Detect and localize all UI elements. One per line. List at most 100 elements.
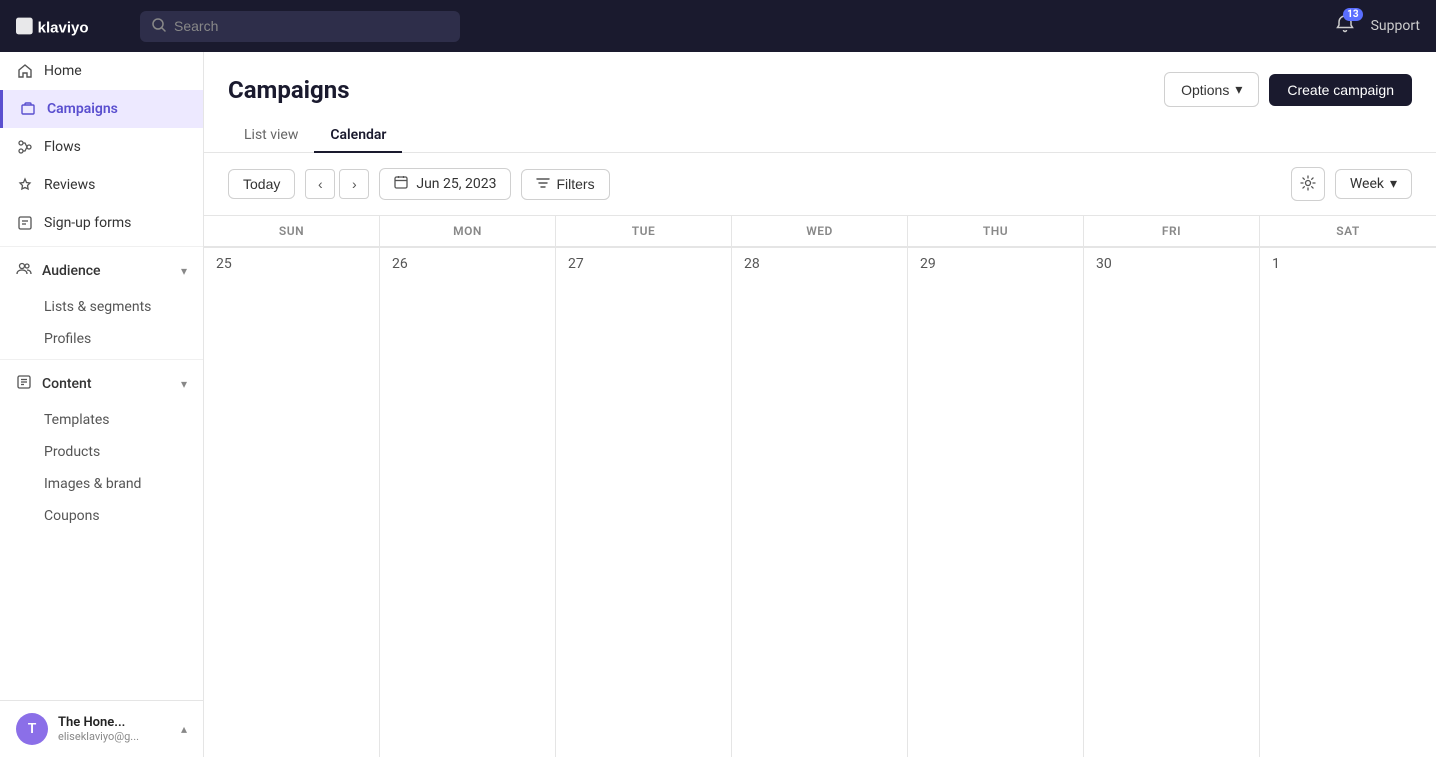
sidebar-item-flows-label: Flows (44, 139, 81, 155)
sidebar-item-flows[interactable]: Flows (0, 128, 203, 166)
sidebar-item-images-brand-label: Images & brand (44, 476, 141, 492)
filter-icon (536, 176, 550, 193)
content-icon (16, 374, 32, 394)
page-title: Campaigns (228, 76, 350, 104)
sidebar-divider-2 (0, 359, 203, 360)
tab-list-view[interactable]: List view (228, 119, 314, 153)
sidebar-section-content[interactable]: Content ▾ (0, 364, 203, 404)
settings-button[interactable] (1291, 167, 1325, 201)
sidebar-item-reviews[interactable]: Reviews (0, 166, 203, 204)
cal-cell-tue[interactable]: 27 (556, 247, 732, 757)
sidebar-item-lists-segments-label: Lists & segments (44, 299, 151, 315)
prev-arrow-button[interactable]: ‹ (305, 169, 335, 199)
cal-day-27: 27 (568, 256, 719, 272)
user-account[interactable]: T The Hone... eliseklaviyo@g... ▴ (0, 700, 203, 757)
tab-calendar[interactable]: Calendar (314, 119, 402, 153)
date-text: Jun 25, 2023 (416, 176, 496, 192)
header-actions: Options ▾ Create campaign (1164, 72, 1412, 107)
search-bar[interactable] (140, 11, 460, 42)
chevron-right-icon: › (352, 176, 357, 192)
chevron-left-icon: ‹ (318, 176, 323, 192)
sidebar-item-home[interactable]: Home (0, 52, 203, 90)
cal-header-mon: MON (380, 216, 556, 246)
layout: Home Campaigns Flows Reviews Sign-up for… (0, 52, 1436, 757)
cal-day-1: 1 (1272, 256, 1424, 272)
notification-bell[interactable]: 13 (1335, 14, 1355, 38)
support-link[interactable]: Support (1371, 18, 1420, 34)
calendar-grid: SUN MON TUE WED THU FRI SAT 25 26 27 (204, 216, 1436, 757)
calendar-header-row: SUN MON TUE WED THU FRI SAT (204, 216, 1436, 247)
sidebar-item-coupons-label: Coupons (44, 508, 100, 524)
sidebar: Home Campaigns Flows Reviews Sign-up for… (0, 52, 204, 757)
sidebar-item-campaigns-label: Campaigns (47, 101, 118, 117)
cal-day-30: 30 (1096, 256, 1247, 272)
sidebar-section-content-label: Content (42, 376, 92, 392)
cal-day-28: 28 (744, 256, 895, 272)
sidebar-item-lists-segments[interactable]: Lists & segments (0, 291, 203, 323)
home-icon (16, 62, 34, 80)
next-arrow-button[interactable]: › (339, 169, 369, 199)
cal-header-wed: WED (732, 216, 908, 246)
topnav: klaviyo 13 Support (0, 0, 1436, 52)
cal-day-25: 25 (216, 256, 367, 272)
sidebar-item-profiles-label: Profiles (44, 331, 91, 347)
campaigns-icon (19, 100, 37, 118)
sidebar-item-forms[interactable]: Sign-up forms (0, 204, 203, 242)
sidebar-divider-1 (0, 246, 203, 247)
nav-arrows: ‹ › (305, 169, 369, 199)
settings-icon (1300, 175, 1316, 194)
sidebar-item-profiles[interactable]: Profiles (0, 323, 203, 355)
chevron-down-icon-content: ▾ (181, 377, 187, 391)
audience-icon (16, 261, 32, 281)
sidebar-item-coupons[interactable]: Coupons (0, 500, 203, 532)
user-info: The Hone... eliseklaviyo@g... (58, 715, 171, 743)
sidebar-item-products[interactable]: Products (0, 436, 203, 468)
sidebar-item-campaigns[interactable]: Campaigns (0, 90, 203, 128)
forms-icon (16, 214, 34, 232)
sidebar-item-images-brand[interactable]: Images & brand (0, 468, 203, 500)
search-icon (152, 17, 166, 36)
week-selector[interactable]: Week ▾ (1335, 169, 1412, 199)
sidebar-section-audience-label: Audience (42, 263, 101, 279)
cal-cell-wed[interactable]: 28 (732, 247, 908, 757)
filters-label: Filters (556, 176, 594, 192)
cal-cell-fri[interactable]: 30 (1084, 247, 1260, 757)
cal-cell-mon[interactable]: 26 (380, 247, 556, 757)
cal-cell-sun[interactable]: 25 (204, 247, 380, 757)
options-label: Options (1181, 82, 1229, 98)
page-header: Campaigns Options ▾ Create campaign (204, 52, 1436, 107)
cal-header-tue: TUE (556, 216, 732, 246)
cal-header-sun: SUN (204, 216, 380, 246)
sidebar-item-products-label: Products (44, 444, 100, 460)
sidebar-item-home-label: Home (44, 63, 82, 79)
calendar-body-row: 25 26 27 28 29 30 1 (204, 247, 1436, 757)
user-name: The Hone... (58, 715, 171, 730)
create-campaign-button[interactable]: Create campaign (1269, 74, 1412, 106)
nav-right: 13 Support (1335, 14, 1420, 38)
chevron-down-icon-week: ▾ (1390, 176, 1397, 192)
avatar: T (16, 713, 48, 745)
chevron-up-icon: ▴ (181, 722, 187, 736)
logo[interactable]: klaviyo (16, 12, 116, 40)
cal-cell-sat[interactable]: 1 (1260, 247, 1436, 757)
cal-header-sat: SAT (1260, 216, 1436, 246)
chevron-down-icon-options: ▾ (1235, 81, 1242, 98)
today-button[interactable]: Today (228, 169, 295, 199)
sidebar-item-reviews-label: Reviews (44, 177, 95, 193)
sidebar-section-audience[interactable]: Audience ▾ (0, 251, 203, 291)
cal-day-29: 29 (920, 256, 1071, 272)
main-content: Campaigns Options ▾ Create campaign List… (204, 52, 1436, 757)
date-display[interactable]: Jun 25, 2023 (379, 168, 511, 200)
reviews-icon (16, 176, 34, 194)
cal-header-fri: FRI (1084, 216, 1260, 246)
cal-header-thu: THU (908, 216, 1084, 246)
tabs-bar: List view Calendar (204, 107, 1436, 153)
sidebar-item-templates[interactable]: Templates (0, 404, 203, 436)
cal-cell-thu[interactable]: 29 (908, 247, 1084, 757)
week-label: Week (1350, 176, 1384, 192)
search-input[interactable] (174, 18, 448, 34)
sidebar-item-forms-label: Sign-up forms (44, 215, 131, 231)
options-button[interactable]: Options ▾ (1164, 72, 1259, 107)
filters-button[interactable]: Filters (521, 169, 609, 200)
user-email: eliseklaviyo@g... (58, 730, 171, 743)
